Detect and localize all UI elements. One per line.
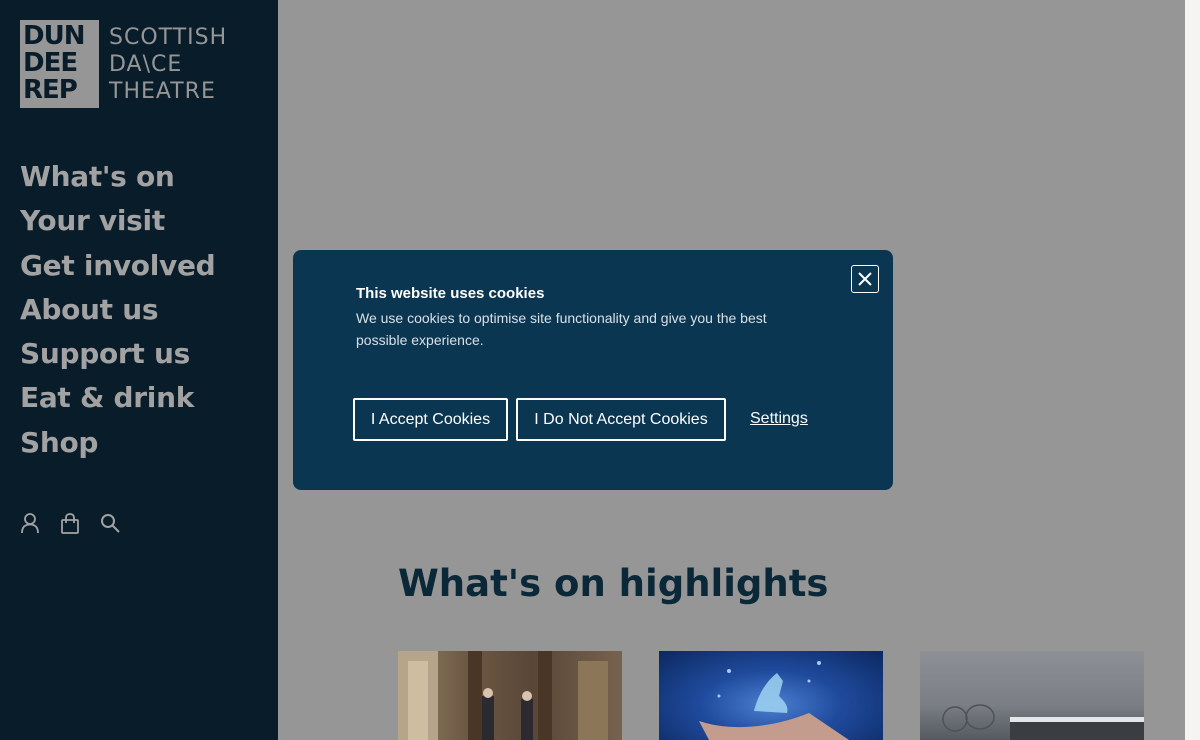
nav-item-about-us[interactable]: About us: [20, 288, 215, 332]
account-icon[interactable]: [20, 512, 40, 534]
event-card-image[interactable]: [920, 651, 1144, 740]
cookie-settings-link[interactable]: Settings: [750, 410, 808, 428]
logo-text-line: DA\CE: [109, 52, 183, 77]
nav-item-your-visit[interactable]: Your visit: [20, 199, 215, 243]
search-icon[interactable]: [100, 512, 120, 534]
logo-block-line: REP: [23, 75, 78, 105]
nav-item-get-involved[interactable]: Get involved: [20, 244, 216, 288]
event-card-image[interactable]: [398, 651, 622, 740]
sidebar: DUN DEE REP SCOTTISH DA\CE THEATRE What'…: [0, 0, 278, 740]
logo-text: SCOTTISH DA\CE THEATRE: [109, 24, 227, 105]
site-logo[interactable]: DUN DEE REP SCOTTISH DA\CE THEATRE: [20, 20, 227, 108]
nav-item-support-us[interactable]: Support us: [20, 332, 215, 376]
event-card-image[interactable]: [659, 651, 883, 740]
cookie-dialog-body: We use cookies to optimise site function…: [356, 310, 767, 348]
header-icons: [20, 512, 120, 534]
close-icon: [858, 272, 872, 286]
accept-cookies-button[interactable]: I Accept Cookies: [353, 398, 508, 441]
basket-icon[interactable]: [60, 512, 80, 534]
cookie-consent-dialog: This website uses cookies We use cookies…: [293, 250, 893, 490]
logo-block: DUN DEE REP: [20, 20, 99, 108]
logo-text-line: SCOTTISH: [109, 25, 228, 50]
cookie-dialog-title: This website uses cookies: [356, 285, 545, 302]
logo-block-line: DUN: [23, 21, 85, 51]
main-nav: What's on Your visit Get involved About …: [20, 155, 216, 465]
section-title: What's on highlights: [398, 562, 829, 605]
decline-cookies-button[interactable]: I Do Not Accept Cookies: [516, 398, 726, 441]
nav-item-whats-on[interactable]: What's on: [20, 155, 215, 199]
scrollbar-track[interactable]: [1185, 0, 1200, 740]
logo-text-line: THEATRE: [109, 79, 216, 104]
nav-item-eat-drink[interactable]: Eat & drink: [20, 376, 215, 420]
logo-block-line: DEE: [23, 48, 78, 78]
nav-item-shop[interactable]: Shop: [20, 421, 215, 465]
close-button[interactable]: [851, 265, 879, 293]
